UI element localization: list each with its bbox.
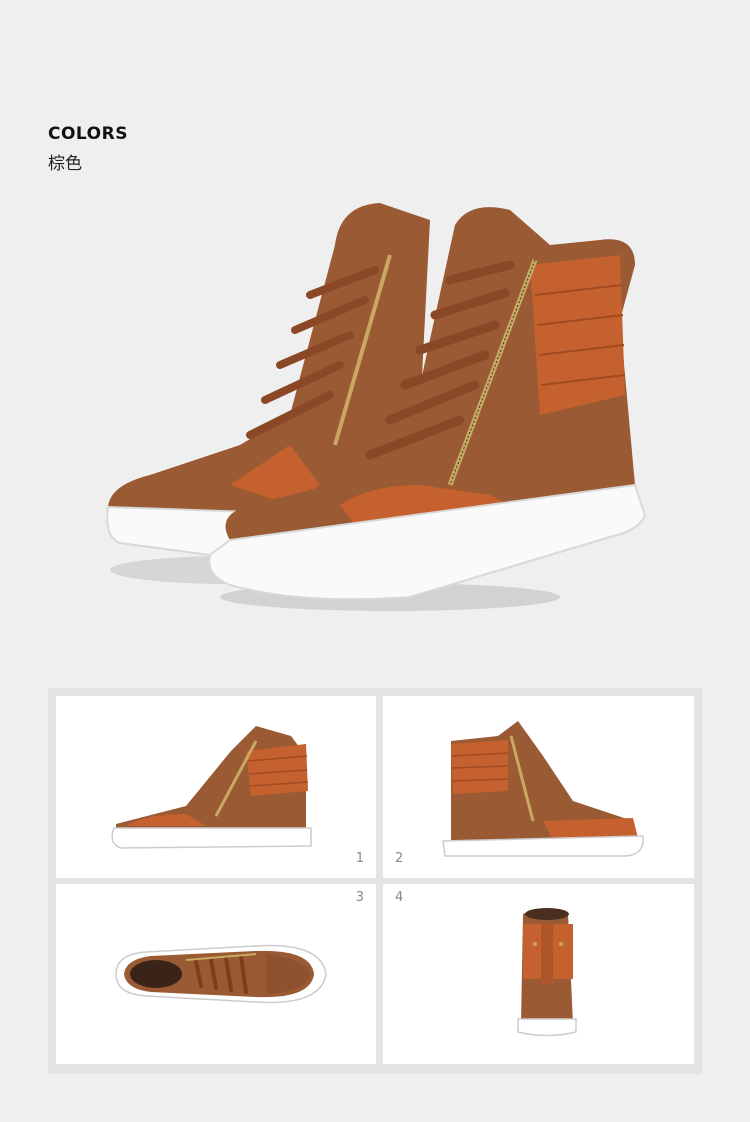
gallery-number: 2	[395, 851, 404, 866]
gallery-item-top-view[interactable]: 3	[56, 884, 376, 1064]
gallery-number: 4	[395, 890, 404, 905]
gallery-item-inner-side-view[interactable]: 2	[383, 696, 694, 878]
color-name: 棕色	[48, 154, 82, 174]
product-gallery: 1 2 3 4	[48, 688, 702, 1074]
back-view-icon	[517, 908, 577, 1037]
hero-sneaker-pair-image	[106, 203, 647, 611]
colors-title: COLORS	[48, 124, 128, 144]
gallery-item-side-view[interactable]: 1	[56, 696, 376, 878]
gallery-number: 3	[355, 890, 364, 905]
inner-side-view-icon	[442, 721, 644, 857]
gallery-number: 1	[355, 851, 364, 866]
top-view-icon	[115, 944, 327, 1004]
side-view-icon	[111, 726, 312, 849]
gallery-item-back-view[interactable]: 4	[383, 884, 694, 1064]
